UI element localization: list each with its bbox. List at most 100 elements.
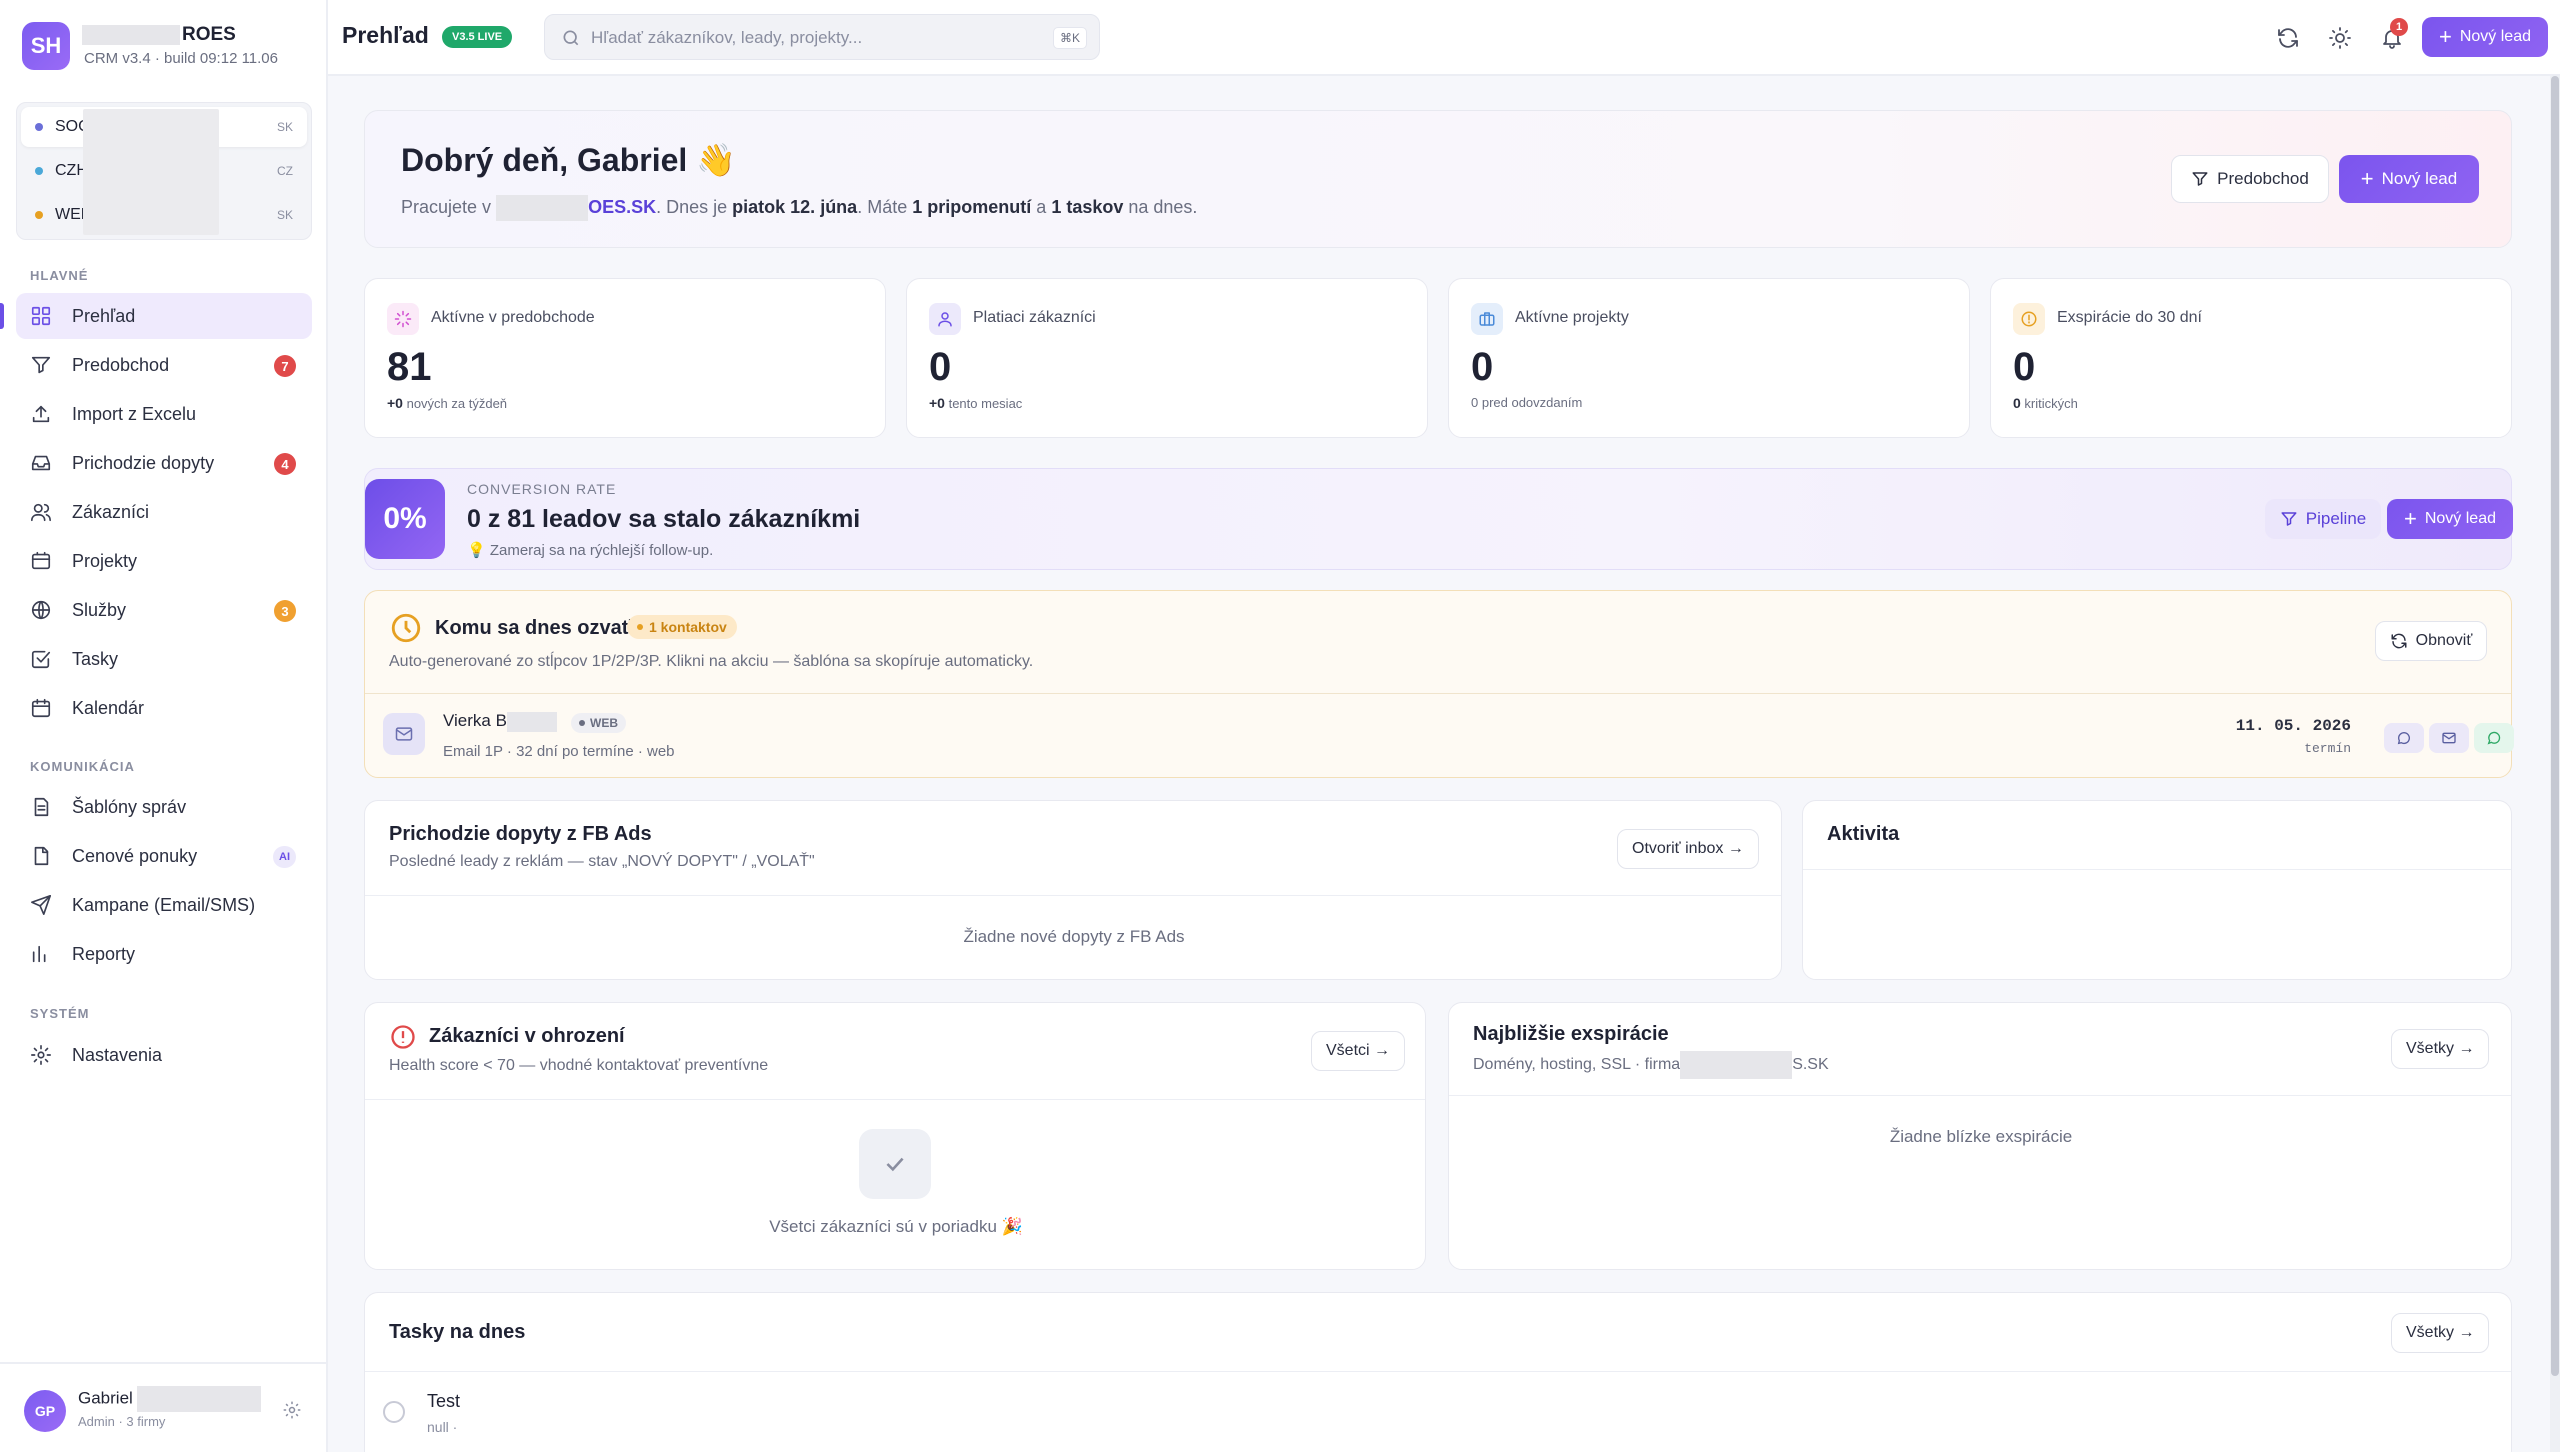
stat-value: 0 — [929, 345, 952, 389]
sidebar-item-settings[interactable]: Nastavenia — [16, 1032, 312, 1078]
alert-circle-icon — [389, 1023, 417, 1051]
chat-icon[interactable] — [2384, 723, 2424, 753]
pipeline-button[interactable]: Predobchod — [2171, 155, 2329, 203]
contacts-count-text: 1 kontaktov — [649, 619, 727, 635]
greeting: Dobrý deň, Gabriel 👋 — [401, 142, 737, 178]
greeting-text: a — [1036, 196, 1047, 217]
today-date: piatok 12. júna — [732, 196, 858, 217]
contacts-count-badge: 1 kontaktov — [627, 615, 737, 639]
avatar: GP — [24, 1390, 66, 1432]
new-lead-button[interactable]: + Nový lead — [2339, 155, 2479, 203]
sidebar-item-calendar[interactable]: Kalendár — [16, 685, 312, 731]
redacted-mask — [83, 109, 219, 235]
alert-circle-icon — [2013, 303, 2045, 335]
sidebar-item-overview[interactable]: Prehľad — [16, 293, 312, 339]
new-lead-button[interactable]: + Nový lead — [2422, 17, 2548, 57]
refresh-button-label: Obnoviť — [2415, 632, 2473, 649]
panel-subtitle-text: Domény, hosting, SSL · firma — [1473, 1056, 1681, 1074]
lead-due-date: 11. 05. 2026 — [2235, 717, 2351, 735]
sidebar-item-import[interactable]: Import z Excelu — [16, 391, 312, 437]
open-inbox-button[interactable]: Otvoriť inbox → — [1617, 829, 1759, 869]
all-expirations-button[interactable]: Všetky → — [2391, 1029, 2490, 1069]
new-lead-button[interactable]: + Nový lead — [2387, 499, 2513, 539]
lead-name-text: Vierka B — [443, 711, 507, 730]
redacted-mask — [1680, 1051, 1793, 1079]
divider — [1803, 869, 2511, 870]
file-icon — [30, 845, 52, 867]
panel-subtitle: Health score < 70 — vhodné kontaktovať p… — [389, 1057, 769, 1074]
brand[interactable]: SH ROES CRM v3.4 · build 09:12 11.06 — [22, 22, 312, 70]
stat-card-customers[interactable]: Platiaci zákazníci 0 +0 tento mesiac — [906, 278, 1428, 438]
stat-label: Aktívne projekty — [1515, 309, 1629, 326]
whatsapp-icon[interactable] — [2474, 723, 2514, 753]
conversion-kicker: CONVERSION RATE — [467, 481, 617, 497]
all-customers-button[interactable]: Všetci → — [1311, 1031, 1406, 1071]
at-risk-customers-panel: Zákazníci v ohrození Health score < 70 —… — [364, 1002, 1426, 1270]
lead-source-tag: WEB — [571, 713, 626, 733]
conversion-banner: 0% CONVERSION RATE 0 z 81 leadov sa stal… — [364, 468, 2513, 570]
conversion-tip: 💡 Zameraj sa na rýchlejší follow-up. — [467, 542, 714, 559]
brand-logo: SH — [22, 22, 70, 70]
all-tasks-button[interactable]: Všetky → — [2391, 1313, 2490, 1353]
greeting-text: . Máte — [857, 196, 908, 217]
lead-due-label: termín — [2304, 741, 2351, 756]
redacted-mask — [136, 1386, 261, 1412]
sidebar-item-pipeline[interactable]: Predobchod 7 — [16, 342, 312, 388]
refresh-button[interactable]: Obnoviť — [2375, 621, 2487, 661]
stat-note-text: nových za týždeň — [406, 396, 508, 411]
sidebar-item-quotes[interactable]: Cenové ponuky AI — [16, 833, 312, 879]
user-name: Gabriel — [78, 1386, 261, 1412]
conversion-title: 0 z 81 leadov sa stalo zákazníkmi — [467, 505, 861, 533]
sidebar-item-templates[interactable]: Šablóny správ — [16, 784, 312, 830]
filter-icon — [30, 354, 52, 376]
divider — [365, 1099, 1425, 1100]
brand-build: CRM v3.4 · build 09:12 11.06 — [84, 50, 278, 67]
welcome-banner: Dobrý deň, Gabriel 👋 Pracujete v OES.SK.… — [364, 110, 2512, 248]
task-subtitle: null · — [427, 1419, 458, 1435]
sidebar-item-customers[interactable]: Zákazníci — [16, 489, 312, 535]
task-title[interactable]: Test — [427, 1391, 460, 1412]
company-code: CZ — [277, 164, 293, 178]
user-profile[interactable]: GP Gabriel Admin · 3 firmy — [0, 1362, 328, 1452]
gear-icon[interactable] — [282, 1400, 304, 1422]
mail-icon[interactable] — [2429, 723, 2469, 753]
stat-note: +0 nových za týždeň — [387, 395, 507, 411]
pipeline-button[interactable]: Pipeline — [2265, 499, 2381, 539]
stat-card-pipeline[interactable]: Aktívne v predobchode 81 +0 nových za tý… — [364, 278, 886, 438]
stat-card-projects[interactable]: Aktívne projekty 0 0 pred odovzdaním — [1448, 278, 1970, 438]
stat-note-text: 0 pred odovzdaním — [1471, 395, 1583, 410]
scrollbar[interactable] — [2550, 76, 2560, 1452]
company-link[interactable]: OES.SK — [588, 197, 656, 217]
count-badge: 3 — [274, 600, 296, 622]
conversion-rate: 0% — [365, 479, 445, 559]
section-label-communication: KOMUNIKÁCIA — [30, 759, 135, 774]
search-box[interactable]: ⌘K — [544, 14, 1100, 60]
mail-icon — [383, 713, 425, 755]
checkbox-icon — [30, 648, 52, 670]
sidebar-item-label: Šablóny správ — [72, 796, 187, 817]
stat-value: 0 — [2013, 345, 2036, 389]
task-checkbox[interactable] — [383, 1401, 405, 1423]
scrollbar-thumb[interactable] — [2551, 76, 2559, 1376]
refresh-icon[interactable] — [2270, 20, 2306, 56]
sidebar-item-tasks[interactable]: Tasky — [16, 636, 312, 682]
sidebar-item-projects[interactable]: Projekty — [16, 538, 312, 584]
sidebar-item-inquiries[interactable]: Prichodzie dopyty 4 — [16, 440, 312, 486]
bell-icon[interactable]: 1 — [2374, 18, 2410, 56]
panel-title: Zákazníci v ohrození — [429, 1025, 625, 1047]
sidebar-item-campaigns[interactable]: Kampane (Email/SMS) — [16, 882, 312, 928]
sidebar-item-reports[interactable]: Reporty — [16, 931, 312, 977]
lead-name[interactable]: Vierka B — [443, 711, 557, 732]
check-icon — [859, 1129, 931, 1199]
clock-icon — [389, 611, 423, 645]
sidebar-item-services[interactable]: Služby 3 — [16, 587, 312, 633]
reminders-count: 1 pripomenutí — [912, 196, 1032, 217]
search-input[interactable] — [591, 23, 1031, 53]
panel-subtitle-text: S.SK — [1792, 1056, 1829, 1074]
sidebar: SH ROES CRM v3.4 · build 09:12 11.06 SOC… — [0, 0, 328, 1452]
greeting-subtitle: Pracujete v OES.SK. Dnes je piatok 12. j… — [401, 195, 1197, 221]
greeting-text: Pracujete v — [401, 196, 492, 217]
stat-card-expirations[interactable]: Exspirácie do 30 dní 0 0 kritických — [1990, 278, 2512, 438]
grid-icon — [30, 305, 52, 327]
theme-toggle-icon[interactable] — [2322, 20, 2358, 56]
